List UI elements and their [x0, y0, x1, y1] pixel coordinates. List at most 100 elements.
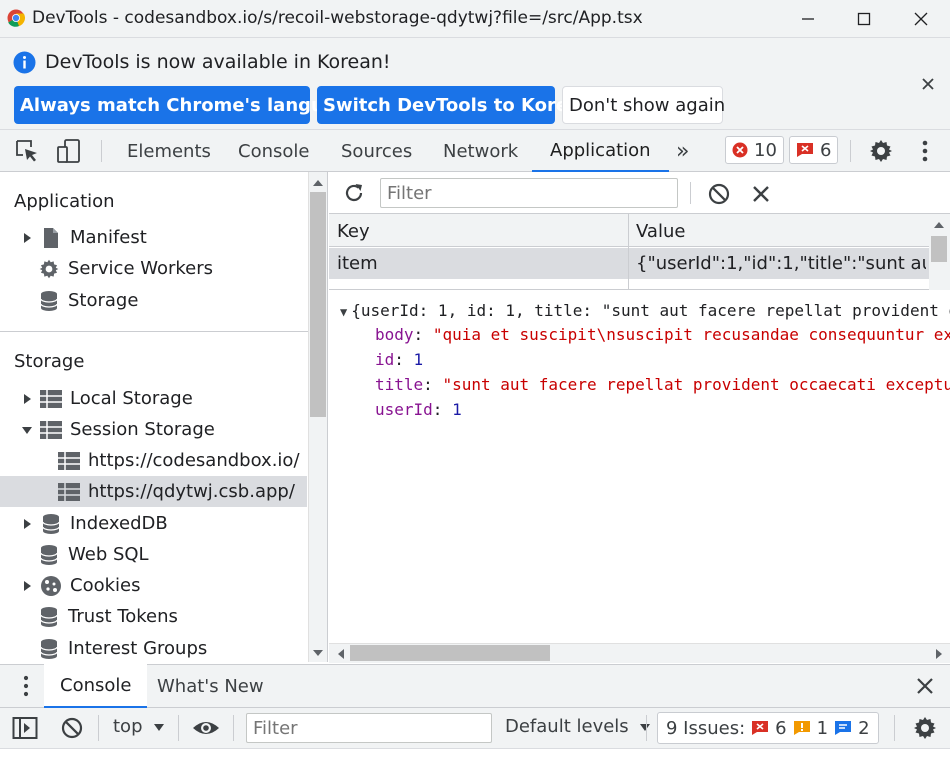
property-key: id — [375, 350, 395, 369]
grid-scrollbar[interactable] — [929, 214, 950, 290]
scroll-up-arrow-icon[interactable] — [933, 220, 945, 230]
issue-warning-icon — [793, 721, 810, 735]
issues-counter-button[interactable]: 9 Issues: 6 1 2 — [657, 712, 879, 744]
horizontal-scrollbar-thumb[interactable] — [350, 645, 550, 661]
always-match-language-button[interactable]: Always match Chrome's language — [14, 86, 361, 124]
cookie-icon — [40, 575, 62, 597]
scroll-up-arrow-icon[interactable] — [312, 178, 324, 188]
property-value: 1 — [452, 400, 462, 419]
sidebar-item-label: Service Workers — [68, 258, 214, 279]
live-expressions-button[interactable] — [191, 716, 221, 740]
issues-label: 9 Issues: — [666, 717, 746, 739]
table-icon — [58, 450, 80, 472]
property-key: userId — [375, 400, 433, 419]
sidebar-item-origin-codesandbox[interactable]: https://codesandbox.io/ — [58, 445, 300, 476]
tab-elements[interactable]: Elements — [127, 130, 211, 172]
tab-application[interactable]: Application — [532, 130, 669, 172]
refresh-button[interactable] — [342, 181, 366, 205]
minimize-icon — [802, 18, 814, 20]
database-icon — [38, 606, 60, 628]
sidebar-item-label: Interest Groups — [68, 638, 208, 659]
sidebar-item-local-storage[interactable]: Local Storage — [20, 383, 193, 414]
table-icon — [58, 481, 80, 503]
column-divider[interactable] — [628, 214, 629, 290]
console-filter-input[interactable] — [246, 713, 492, 743]
tab-sources[interactable]: Sources — [341, 130, 412, 172]
sidebar-item-service-workers[interactable]: Service Workers — [38, 253, 213, 284]
sidebar-item-web-sql[interactable]: Web SQL — [38, 539, 149, 570]
sidebar-item-interest-groups[interactable]: Interest Groups — [38, 633, 207, 664]
document-icon — [40, 227, 62, 249]
inspect-icon — [16, 140, 37, 162]
kebab-menu-icon — [922, 140, 928, 162]
device-icon — [57, 139, 80, 163]
grid-empty-space — [329, 279, 929, 290]
column-header-value[interactable]: Value — [636, 221, 685, 242]
inspect-element-button[interactable] — [14, 138, 40, 164]
collapse-arrow-icon — [22, 426, 32, 434]
database-icon — [40, 513, 62, 535]
gear-icon — [870, 140, 892, 162]
sidebar-divider — [0, 331, 308, 332]
more-options-button[interactable] — [914, 138, 936, 164]
window-title: DevTools - codesandbox.io/s/recoil-webst… — [32, 8, 643, 28]
toolbar-divider — [178, 715, 179, 741]
sidebar-toggle-icon — [12, 717, 38, 739]
issue-count-badge[interactable]: 6 — [789, 136, 839, 164]
infobar-message: DevTools is now available in Korean! — [45, 51, 391, 73]
sidebar-item-label: https://codesandbox.io/ — [88, 450, 300, 471]
tab-console[interactable]: Console — [238, 130, 309, 172]
device-toolbar-button[interactable] — [56, 138, 82, 164]
sidebar-item-session-storage[interactable]: Session Storage — [20, 414, 215, 445]
show-sidebar-button[interactable] — [12, 716, 38, 740]
value-preview-summary[interactable]: ▼ {userId: 1, id: 1, title: "sunt aut fac… — [340, 301, 950, 320]
row-key-cell[interactable]: item — [337, 253, 378, 274]
minimize-button[interactable] — [780, 0, 836, 38]
log-levels-dropdown[interactable]: Default levels — [505, 716, 651, 737]
sidebar-item-cookies[interactable]: Cookies — [20, 570, 140, 601]
row-value-cell[interactable]: {"userId":1,"id":1,"title":"sunt aut … — [636, 253, 926, 274]
drawer-tab-console[interactable]: Console — [44, 664, 148, 708]
scroll-down-arrow-icon[interactable] — [312, 648, 324, 658]
colon: : — [394, 350, 404, 369]
colon: : — [432, 400, 443, 419]
drawer-menu-button[interactable] — [18, 674, 34, 698]
drawer-tab-whats-new[interactable]: What's New — [157, 664, 264, 708]
console-settings-button[interactable] — [912, 715, 938, 741]
switch-to-korean-button[interactable]: Switch DevTools to Korean — [317, 86, 593, 124]
context-value: top — [113, 716, 143, 737]
scroll-left-arrow-icon[interactable] — [336, 648, 346, 660]
sidebar-scrollbar-thumb[interactable] — [310, 192, 326, 417]
column-header-key[interactable]: Key — [337, 221, 370, 242]
database-icon — [38, 638, 60, 660]
settings-button[interactable] — [868, 138, 894, 164]
storage-filter-input[interactable] — [380, 178, 678, 208]
sidebar-item-manifest[interactable]: Manifest — [20, 222, 147, 253]
dont-show-again-button[interactable]: Don't show again — [562, 86, 725, 124]
close-icon — [922, 78, 934, 90]
delete-selected-button[interactable] — [751, 184, 771, 204]
context-selector[interactable]: top — [113, 716, 165, 737]
clear-console-button[interactable] — [60, 716, 84, 740]
clear-all-button[interactable] — [707, 182, 731, 206]
sidebar-item-label: Local Storage — [70, 388, 193, 409]
error-count-badge[interactable]: 10 — [725, 136, 784, 164]
tab-network[interactable]: Network — [443, 130, 518, 172]
close-icon — [917, 678, 933, 694]
drawer-close-button[interactable] — [914, 675, 936, 697]
console-output-area[interactable] — [0, 748, 950, 765]
table-icon — [40, 388, 62, 410]
sidebar-item-storage[interactable]: Storage — [38, 285, 138, 316]
sidebar-item-origin-csb-app[interactable]: https://qdytwj.csb.app/ — [58, 476, 295, 507]
sidebar-item-indexeddb[interactable]: IndexedDB — [20, 508, 168, 539]
toolbar-divider — [850, 140, 851, 162]
more-tabs-button[interactable]: » — [676, 130, 689, 172]
maximize-button[interactable] — [836, 0, 892, 38]
property-value: "sunt aut facere repellat provident occa… — [442, 375, 950, 394]
infobar-close-button[interactable] — [916, 72, 940, 96]
sidebar-item-trust-tokens[interactable]: Trust Tokens — [38, 601, 178, 632]
sidebar-item-label: Manifest — [70, 227, 147, 248]
window-close-button[interactable] — [893, 0, 949, 38]
scroll-right-arrow-icon[interactable] — [934, 648, 944, 660]
grid-scrollbar-thumb[interactable] — [931, 236, 947, 262]
